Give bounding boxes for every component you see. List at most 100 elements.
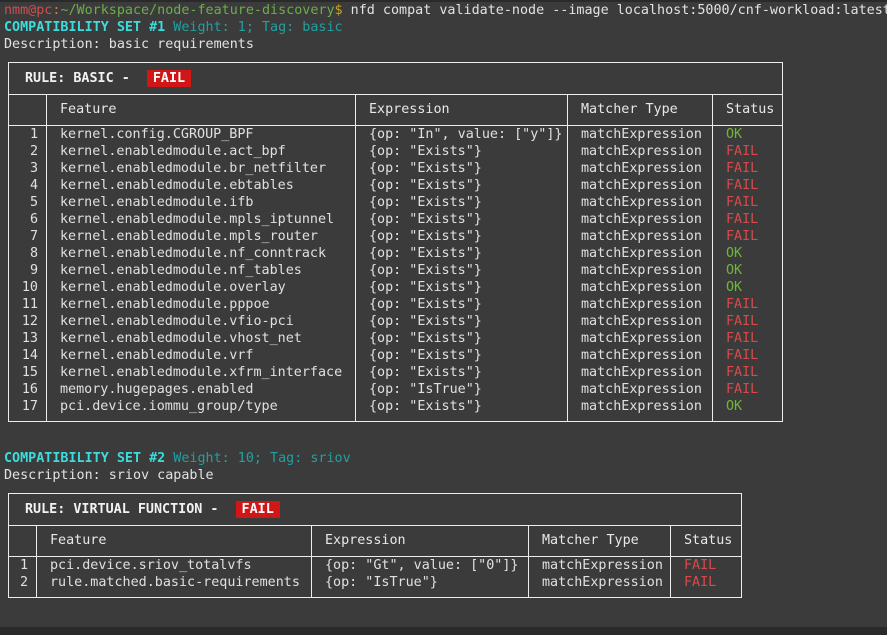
cell-status: FAIL <box>712 143 782 160</box>
rule-label: RULE: BASIC - <box>25 71 138 86</box>
prompt-command: nfd compat validate-node --image localho… <box>343 3 887 18</box>
col-header-expression: Expression <box>355 95 567 125</box>
cell-matcher: matchExpression <box>567 160 712 177</box>
set-2-block: COMPATIBILITY SET #2 Weight: 10; Tag: sr… <box>0 450 887 598</box>
cell-index: 7 <box>9 228 46 245</box>
cell-status: FAIL <box>712 194 782 211</box>
rule-table-virtual-function: RULE: VIRTUAL FUNCTION - FAIL Feature Ex… <box>8 493 742 598</box>
cell-matcher: matchExpression <box>567 245 712 262</box>
set-1-name: COMPATIBILITY SET #1 <box>4 20 165 35</box>
cell-expression: {op: "Exists"} <box>355 296 567 313</box>
cell-feature: kernel.enabledmodule.vhost_net <box>46 330 355 347</box>
cell-matcher: matchExpression <box>567 228 712 245</box>
cell-index: 3 <box>9 160 46 177</box>
col-header-status: Status <box>670 526 741 556</box>
rule-table-basic: RULE: BASIC - FAIL Feature Expression Ma… <box>8 62 783 422</box>
cell-index: 16 <box>9 381 46 398</box>
cell-expression: {op: "Exists"} <box>355 313 567 330</box>
rule-title-row: RULE: VIRTUAL FUNCTION - FAIL <box>9 494 741 525</box>
table-row: 14 kernel.enabledmodule.vrf {op: "Exists… <box>9 347 782 364</box>
cell-expression: {op: "Exists"} <box>355 364 567 381</box>
table-row: 8 kernel.enabledmodule.nf_conntrack {op:… <box>9 245 782 262</box>
table-row: 3 kernel.enabledmodule.br_netfilter {op:… <box>9 160 782 177</box>
cell-feature: pci.device.iommu_group/type <box>46 398 355 421</box>
cell-feature: kernel.enabledmodule.vfio-pci <box>46 313 355 330</box>
table-row: 15 kernel.enabledmodule.xfrm_interface {… <box>9 364 782 381</box>
prompt-line: nmm@pc:~/Workspace/node-feature-discover… <box>0 2 887 19</box>
cell-feature: kernel.enabledmodule.xfrm_interface <box>46 364 355 381</box>
rule-status-badge: FAIL <box>147 70 191 87</box>
cell-feature: kernel.enabledmodule.vrf <box>46 347 355 364</box>
cell-feature: kernel.enabledmodule.nf_conntrack <box>46 245 355 262</box>
prompt-path: ~/Workspace/node-feature-discovery <box>60 3 334 18</box>
cell-status: FAIL <box>670 574 741 597</box>
cell-matcher: matchExpression <box>567 279 712 296</box>
cell-expression: {op: "IsTrue"} <box>311 574 528 597</box>
cell-status: FAIL <box>712 211 782 228</box>
cell-status: OK <box>712 398 782 421</box>
cell-index: 1 <box>9 126 46 143</box>
cell-index: 2 <box>9 574 36 597</box>
cell-matcher: matchExpression <box>567 313 712 330</box>
cell-expression: {op: "Exists"} <box>355 279 567 296</box>
cell-index: 11 <box>9 296 46 313</box>
prompt-user-host: nmm@pc <box>4 3 52 18</box>
cell-expression: {op: "In", value: ["y"]} <box>355 126 567 143</box>
cell-expression: {op: "IsTrue"} <box>355 381 567 398</box>
table-header-row: Feature Expression Matcher Type Status <box>9 525 741 557</box>
rule-status-badge: FAIL <box>236 501 280 518</box>
terminal-content: nmm@pc:~/Workspace/node-feature-discover… <box>0 0 887 598</box>
cell-matcher: matchExpression <box>528 557 670 574</box>
cell-index: 15 <box>9 364 46 381</box>
cell-matcher: matchExpression <box>567 262 712 279</box>
cell-index: 10 <box>9 279 46 296</box>
cell-feature: kernel.enabledmodule.ifb <box>46 194 355 211</box>
cell-expression: {op: "Exists"} <box>355 228 567 245</box>
set-1-description: Description: basic requirements <box>0 36 887 53</box>
cell-status: OK <box>712 126 782 143</box>
cell-index: 9 <box>9 262 46 279</box>
cell-matcher: matchExpression <box>567 126 712 143</box>
terminal-bottom-edge <box>0 627 887 635</box>
terminal-window[interactable]: nmm@pc:~/Workspace/node-feature-discover… <box>0 0 887 635</box>
terminal-top-edge <box>0 0 887 2</box>
table-body: 1 pci.device.sriov_totalvfs {op: "Gt", v… <box>9 557 741 597</box>
table-row: 16 memory.hugepages.enabled {op: "IsTrue… <box>9 381 782 398</box>
cell-expression: {op: "Exists"} <box>355 160 567 177</box>
set-2-title: COMPATIBILITY SET #2 Weight: 10; Tag: sr… <box>0 450 887 467</box>
cell-expression: {op: "Exists"} <box>355 262 567 279</box>
cell-feature: kernel.enabledmodule.act_bpf <box>46 143 355 160</box>
cell-matcher: matchExpression <box>567 194 712 211</box>
cell-expression: {op: "Exists"} <box>355 211 567 228</box>
table-header-row: Feature Expression Matcher Type Status <box>9 94 782 126</box>
table-row: 4 kernel.enabledmodule.ebtables {op: "Ex… <box>9 177 782 194</box>
col-header-expression: Expression <box>311 526 528 556</box>
cell-feature: pci.device.sriov_totalvfs <box>36 557 311 574</box>
cell-status: FAIL <box>712 330 782 347</box>
table-row: 5 kernel.enabledmodule.ifb {op: "Exists"… <box>9 194 782 211</box>
table-row: 2 rule.matched.basic-requirements {op: "… <box>9 574 741 597</box>
col-header-status: Status <box>712 95 782 125</box>
cell-status: FAIL <box>712 347 782 364</box>
cell-matcher: matchExpression <box>567 398 712 421</box>
cell-matcher: matchExpression <box>567 211 712 228</box>
cell-expression: {op: "Exists"} <box>355 194 567 211</box>
rule-title-row: RULE: BASIC - FAIL <box>9 63 782 94</box>
cell-index: 6 <box>9 211 46 228</box>
set-2-meta: Weight: 10; Tag: sriov <box>165 451 350 466</box>
cell-feature: kernel.enabledmodule.pppoe <box>46 296 355 313</box>
cell-expression: {op: "Gt", value: ["0"]} <box>311 557 528 574</box>
set-2-description: Description: sriov capable <box>0 467 887 484</box>
table-row: 10 kernel.enabledmodule.overlay {op: "Ex… <box>9 279 782 296</box>
table-row: 17 pci.device.iommu_group/type {op: "Exi… <box>9 398 782 421</box>
cell-feature: kernel.enabledmodule.mpls_iptunnel <box>46 211 355 228</box>
table-row: 13 kernel.enabledmodule.vhost_net {op: "… <box>9 330 782 347</box>
cell-index: 1 <box>9 557 36 574</box>
cell-matcher: matchExpression <box>567 381 712 398</box>
cell-feature: memory.hugepages.enabled <box>46 381 355 398</box>
table-row: 2 kernel.enabledmodule.act_bpf {op: "Exi… <box>9 143 782 160</box>
cell-index: 14 <box>9 347 46 364</box>
cell-status: FAIL <box>712 381 782 398</box>
cell-status: OK <box>712 262 782 279</box>
cell-feature: kernel.config.CGROUP_BPF <box>46 126 355 143</box>
